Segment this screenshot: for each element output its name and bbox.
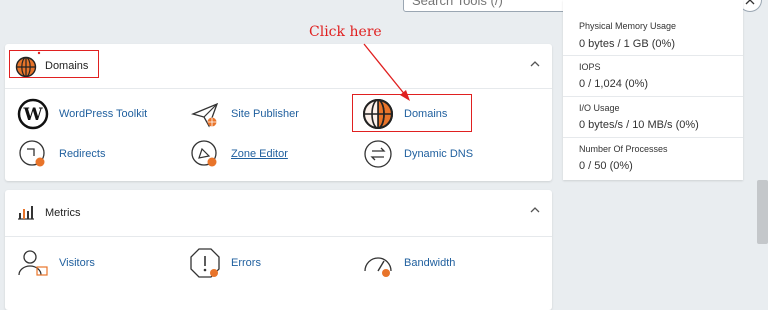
arrow-annotation xyxy=(37,43,410,101)
